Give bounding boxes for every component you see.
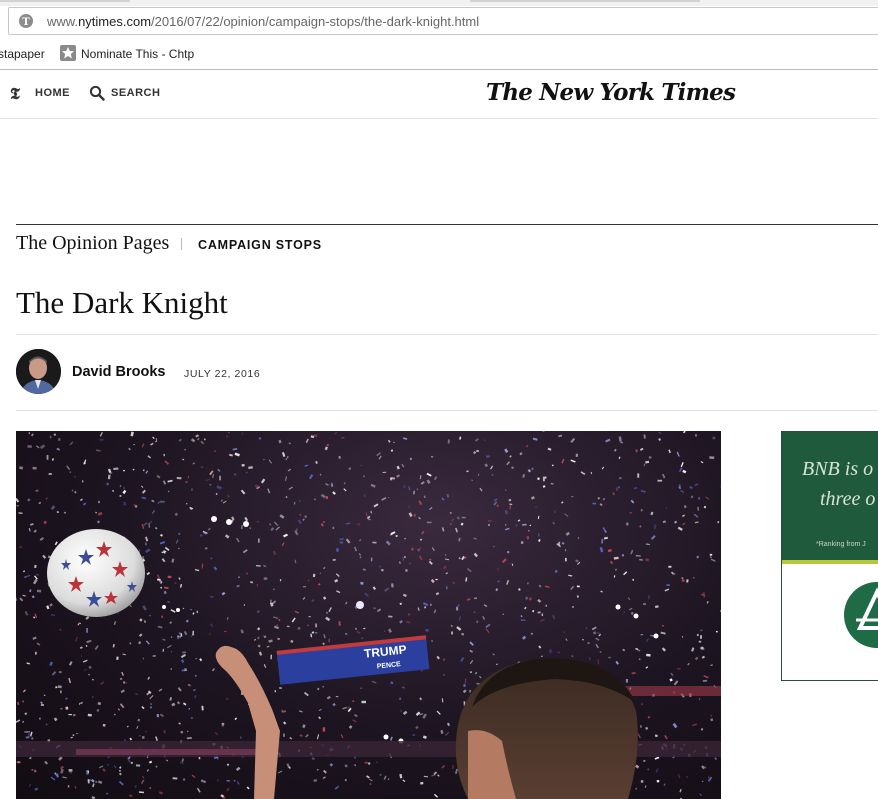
lead-photo[interactable]: TRUMP PENCE [16,431,721,799]
raised-hand [215,645,280,799]
author-avatar[interactable] [16,349,61,394]
advertisement[interactable]: BNB is o three o *Ranking from J [781,431,878,681]
man-head [455,658,638,799]
ad-fine-print: *Ranking from J [816,541,866,548]
svg-text:T: T [22,17,30,28]
subsection-campaign-stops[interactable]: CAMPAIGN STOPS [198,238,322,252]
url-text[interactable]: www.nytimes.com/2016/07/22/opinion/campa… [47,14,479,29]
ad-stripe [782,560,878,564]
byline-rule [16,410,878,411]
ad-logo-icon [844,582,878,648]
headline-rule [16,334,878,335]
section-opinion-pages[interactable]: The Opinion Pages [16,232,169,255]
nyt-t-icon[interactable]: 𝕿 [10,84,20,104]
search-link[interactable]: SEARCH [111,87,160,99]
browser-window: T www.nytimes.com/2016/07/22/opinion/cam… [0,0,878,799]
ad-headline-1: BNB is o [802,458,874,480]
balloon [47,529,145,617]
home-link[interactable]: HOME [35,87,70,99]
section-rule [16,224,878,225]
bookmark-nominate-this[interactable]: Nominate This - Chtp [81,47,194,61]
section-divider [181,238,182,250]
bookmark-star-icon [60,45,76,61]
article-headline: The Dark Knight [16,285,228,320]
campaign-sign: TRUMP PENCE [276,635,430,685]
ad-banner: BNB is o three o *Ranking from J [782,432,878,560]
address-bar[interactable]: T www.nytimes.com/2016/07/22/opinion/cam… [8,7,878,35]
bookmark-instapaper[interactable]: stapaper [0,47,45,61]
site-header: 𝕿 HOME SEARCH The New York Times [0,70,878,119]
nyt-logo[interactable]: The New York Times [486,79,736,106]
publish-date: JULY 22, 2016 [184,368,261,380]
bookmarks-bar: stapaper Nominate This - Chtp [0,40,878,68]
tab-strip [0,0,878,6]
site-info-icon[interactable]: T [18,13,34,29]
ad-headline-2: three o [820,488,876,510]
author-name[interactable]: David Brooks [72,364,165,380]
search-icon[interactable] [89,85,105,101]
